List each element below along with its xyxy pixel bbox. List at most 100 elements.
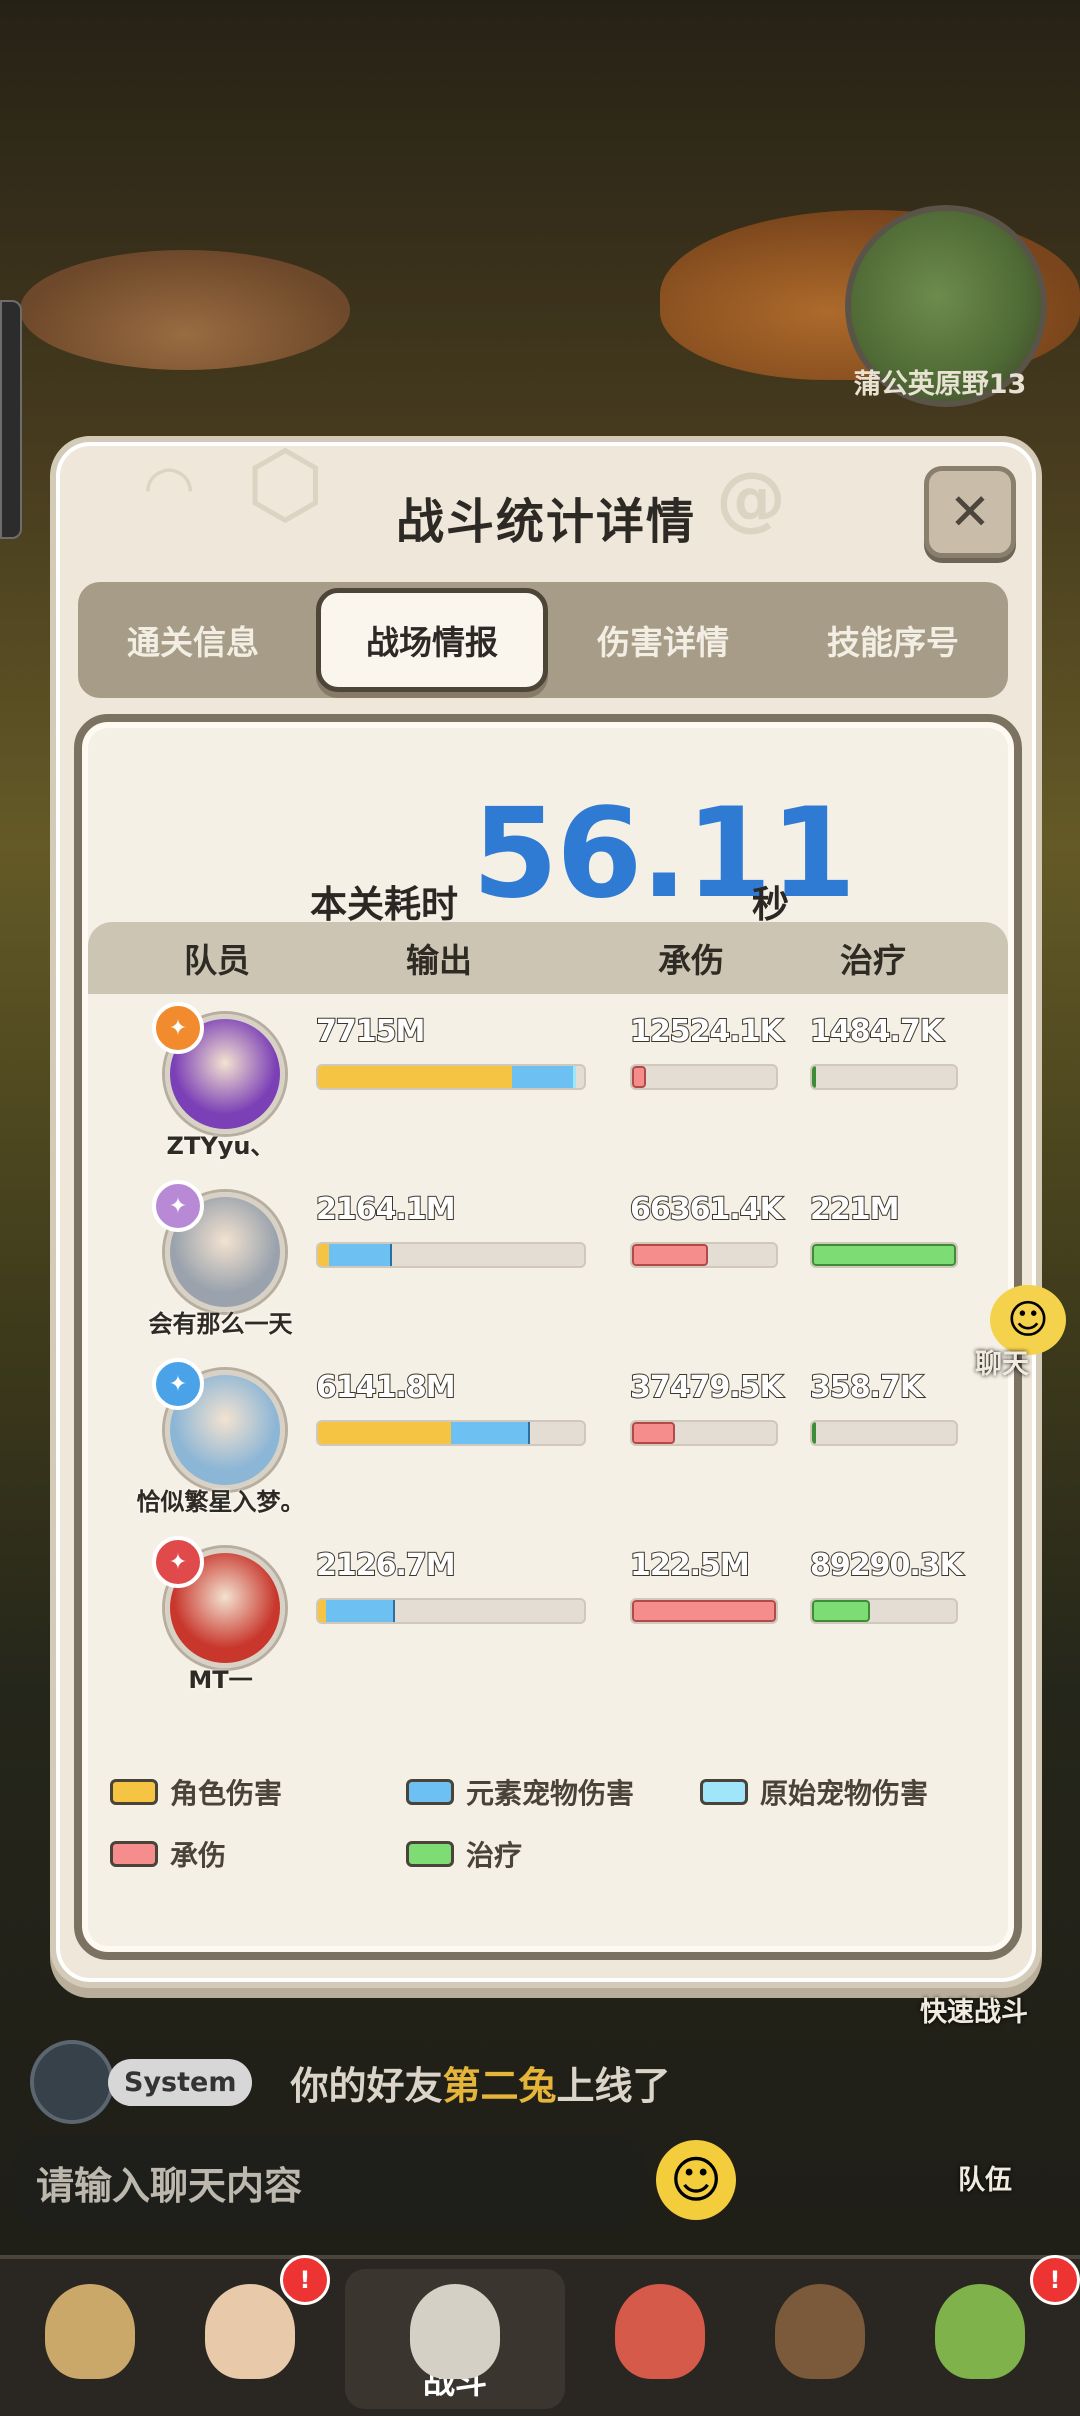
output-value: 2164.1M (315, 1191, 457, 1228)
location-label: 蒲公英原野13 (853, 369, 1027, 400)
nav-item-battle[interactable]: 战斗 (345, 2269, 565, 2409)
clear-time-unit: 秒 (752, 883, 789, 926)
friend-name[interactable]: 第二兔 (443, 2064, 557, 2108)
tab-damage-details[interactable]: 伤害详情 (548, 582, 778, 698)
damage-taken-value: 66361.4K (629, 1191, 784, 1228)
tab-battlefield-intel[interactable]: 战场情报 (316, 588, 548, 692)
output-bar (316, 1242, 586, 1268)
class-badge-icon: ✦ (152, 1358, 204, 1410)
legend-swatch (406, 1841, 454, 1867)
close-button[interactable]: ✕ (924, 466, 1016, 558)
element-pet-damage-segment (329, 1244, 392, 1266)
damage-taken-fill (632, 1600, 776, 1622)
damage-taken-bar (630, 1064, 778, 1090)
legend-swatch (110, 1779, 158, 1805)
modal-title: 战斗统计详情 (395, 494, 696, 550)
tab-bar: 通关信息 战场情报 伤害详情 技能序号 (78, 582, 1008, 698)
member-row: ✦ 恰似繁星入梦。 6141.8M 37479.5K 358.7K (88, 1350, 1008, 1528)
close-icon: ✕ (949, 483, 991, 541)
legend-item: 原始宠物伤害 (700, 1772, 928, 1812)
system-chat-message: System 你的好友第二兔上线了 (30, 2040, 671, 2124)
healing-value: 358.7K (809, 1369, 924, 1406)
header-output: 输出 (406, 941, 472, 980)
damage-taken-value: 122.5M (629, 1547, 751, 1584)
member-name: 会有那么一天 (148, 1310, 293, 1338)
damage-taken-bar (630, 1242, 778, 1268)
team-label[interactable]: 队伍 (958, 2158, 1012, 2197)
character-icon (45, 2284, 135, 2379)
message-prefix: 你的好友 (290, 2063, 443, 2108)
legend-swatch (406, 1779, 454, 1805)
shop-icon (775, 2284, 865, 2379)
healing-value: 1484.7K (809, 1013, 944, 1050)
left-side-panel-handle[interactable] (0, 300, 22, 539)
legend-label: 角色伤害 (170, 1777, 283, 1810)
nav-item-shop[interactable] (750, 2269, 890, 2409)
member-name: MT一 (188, 1666, 253, 1694)
header-member: 队员 (184, 941, 250, 980)
clear-time-label: 本关耗时 (310, 883, 458, 926)
hero-icon (205, 2284, 295, 2379)
bottom-nav: ! 战斗 ! (0, 2255, 1080, 2416)
role-damage-segment (318, 1066, 514, 1088)
damage-taken-value: 12524.1K (629, 1013, 784, 1050)
member-row: ✦ 会有那么一天 2164.1M 66361.4K 221M (88, 1172, 1008, 1350)
healing-fill (812, 1600, 870, 1622)
chat-input[interactable]: 请输入聊天内容 (14, 2136, 644, 2228)
emoji-icon[interactable]: ☺ (656, 2140, 736, 2220)
healing-bar (810, 1420, 958, 1446)
output-value: 7715M (315, 1013, 426, 1050)
table-header: 队员 输出 承伤 治疗 (88, 922, 1008, 994)
healing-fill (812, 1066, 816, 1088)
legend-item: 角色伤害 (110, 1772, 282, 1812)
healing-fill (812, 1422, 816, 1444)
system-avatar (30, 2040, 114, 2124)
legend-label: 原始宠物伤害 (760, 1777, 929, 1810)
class-badge-icon: ✦ (152, 1002, 204, 1054)
legend-label: 治疗 (466, 1839, 523, 1872)
healing-bar (810, 1242, 958, 1268)
healing-fill (812, 1244, 956, 1266)
pet-icon (615, 2284, 705, 2379)
stats-panel: 本关耗时 56.11 秒 队员 输出 承伤 治疗 ✦ ZTYyu、 7715M … (74, 714, 1022, 1960)
healing-bar (810, 1598, 958, 1624)
system-badge: System (108, 2058, 253, 2106)
tab-skill-order[interactable]: 技能序号 (778, 582, 1008, 698)
healing-value: 89290.3K (809, 1547, 964, 1584)
output-bar (316, 1420, 586, 1446)
legend-label: 承伤 (170, 1839, 227, 1872)
nav-item-character[interactable] (20, 2269, 160, 2409)
legend-swatch (700, 1779, 748, 1805)
quick-battle-label[interactable]: 快速战斗 (920, 1990, 1028, 2029)
legend-item: 元素宠物伤害 (406, 1772, 634, 1812)
damage-taken-value: 37479.5K (629, 1369, 784, 1406)
member-name: 恰似繁星入梦。 (136, 1488, 305, 1516)
original-pet-damage-segment (573, 1066, 576, 1088)
tab-clear-info[interactable]: 通关信息 (78, 582, 308, 698)
nav-item-guild[interactable]: ! (910, 2255, 1080, 2409)
legend-label: 元素宠物伤害 (466, 1777, 635, 1810)
background-mushroom-left (20, 250, 350, 370)
healing-value: 221M (809, 1191, 901, 1228)
healing-bar (810, 1064, 958, 1090)
damage-taken-bar (630, 1420, 778, 1446)
guild-icon (935, 2284, 1025, 2379)
damage-taken-fill (632, 1422, 675, 1444)
output-value: 6141.8M (315, 1369, 457, 1406)
battle-stats-modal: ◠ ⬡ @ 战斗统计详情 ✕ 通关信息 战场情报 伤害详情 技能序号 本关耗时 … (50, 432, 1042, 1988)
clear-time-value: 56.11 (472, 782, 856, 926)
element-pet-damage-segment (326, 1600, 395, 1622)
damage-taken-bar (630, 1598, 778, 1624)
element-pet-damage-segment (512, 1066, 575, 1088)
class-badge-icon: ✦ (152, 1180, 204, 1232)
chat-side-label[interactable]: 聊天 (975, 1342, 1029, 1381)
nav-item-hero[interactable]: ! (180, 2255, 330, 2409)
class-badge-icon: ✦ (152, 1536, 204, 1588)
damage-taken-fill (632, 1066, 646, 1088)
damage-taken-fill (632, 1244, 708, 1266)
output-bar (316, 1598, 586, 1624)
element-pet-damage-segment (451, 1422, 530, 1444)
clear-time: 本关耗时 56.11 秒 (82, 782, 1014, 926)
output-bar (316, 1064, 586, 1090)
nav-item-pet[interactable] (590, 2269, 730, 2409)
